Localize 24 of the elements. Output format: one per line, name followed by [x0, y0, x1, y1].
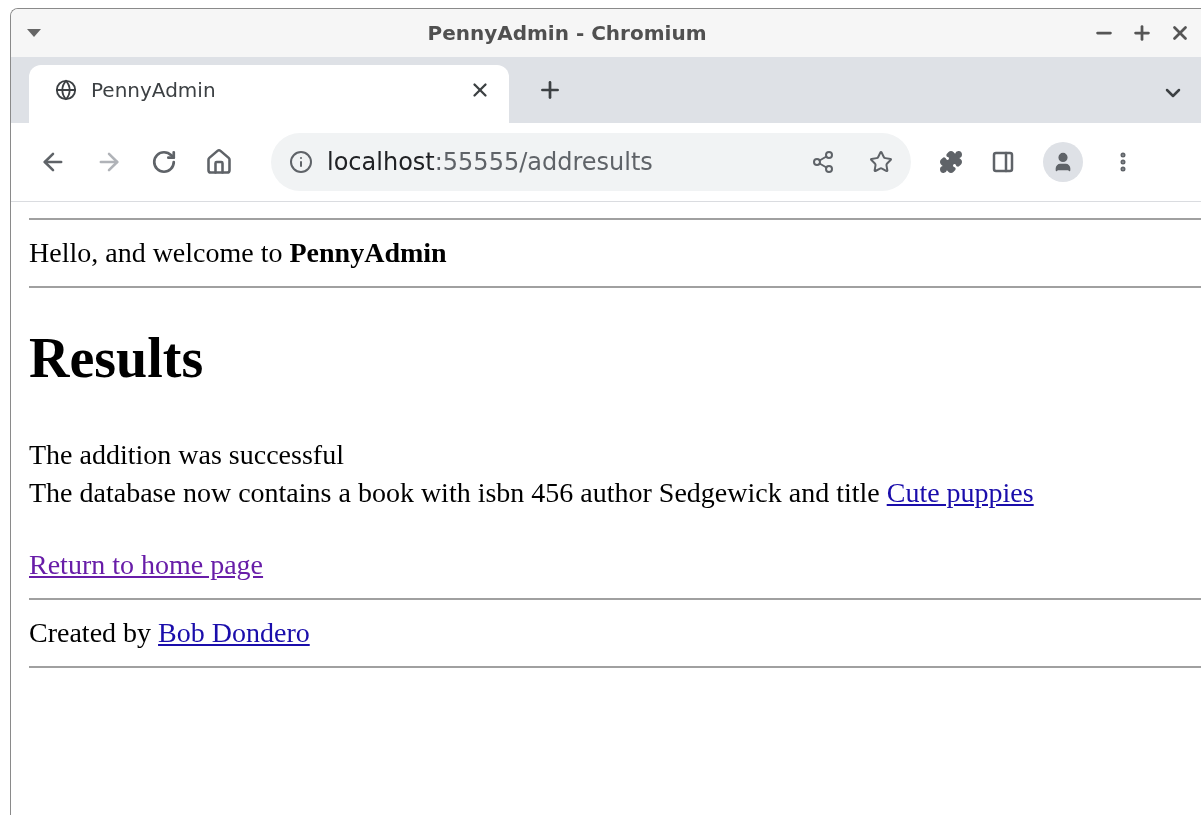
browser-tab[interactable]: PennyAdmin — [29, 65, 509, 123]
profile-avatar[interactable] — [1043, 142, 1083, 182]
window-menu-icon[interactable] — [27, 29, 41, 37]
bookmark-star-icon[interactable] — [869, 150, 893, 174]
reload-icon[interactable] — [151, 149, 177, 175]
url-text: localhost:55555/addresults — [327, 148, 654, 176]
return-link[interactable]: Return to home page — [29, 549, 264, 580]
home-icon[interactable] — [205, 148, 233, 176]
maximize-icon[interactable] — [1131, 22, 1153, 44]
extensions-icon[interactable] — [939, 150, 963, 174]
title-link[interactable]: Cute puppies — [886, 477, 1034, 508]
share-icon[interactable] — [811, 150, 835, 174]
footer-text: Created by Bob Dondero — [29, 616, 311, 650]
page-heading: Results — [29, 326, 205, 390]
tab-label: PennyAdmin — [91, 78, 217, 102]
window-title: PennyAdmin - Chromium — [426, 21, 708, 45]
address-bar[interactable]: localhost:55555/addresults — [271, 133, 911, 191]
author-link[interactable]: Bob Dondero — [158, 617, 310, 648]
result-text: The database now contains a book with isbn 456 author Sedgewick and title Cute puppies — [29, 476, 1035, 510]
globe-icon — [55, 79, 77, 101]
result-text: The addition was successful — [29, 438, 345, 472]
info-icon[interactable] — [289, 150, 313, 174]
greeting-text: Hello, and welcome to PennyAdmin — [29, 236, 448, 270]
side-panel-icon[interactable] — [991, 150, 1015, 174]
